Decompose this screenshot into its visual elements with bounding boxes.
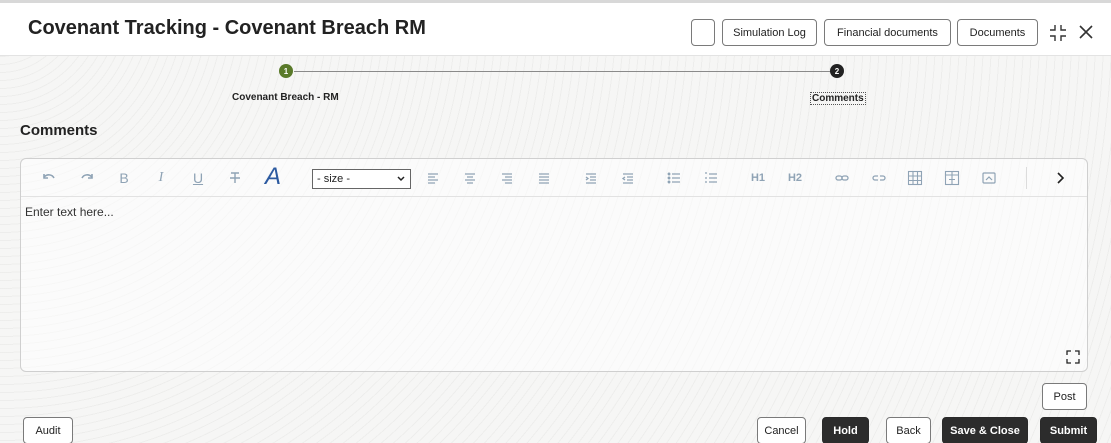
insert-table-icon[interactable] [942,168,962,188]
link-icon[interactable] [832,168,852,188]
numbered-list-icon[interactable] [701,168,721,188]
save-close-button[interactable]: Save & Close [942,417,1028,443]
italic-icon[interactable]: I [151,168,171,188]
font-size-select[interactable]: - size - [312,169,411,189]
window-header: Covenant Tracking - Covenant Breach RM S… [0,0,1111,56]
cancel-button[interactable]: Cancel [757,417,806,443]
step-2-label[interactable]: Comments [810,92,866,105]
rich-text-editor[interactable]: B I U A - size - H1 H2 Enter text here..… [20,158,1088,372]
more-icon[interactable] [1050,168,1070,188]
align-left-icon[interactable] [423,168,443,188]
bullet-list-icon[interactable] [664,168,684,188]
table-icon[interactable] [905,168,925,188]
heading-1-icon[interactable]: H1 [748,168,768,188]
editor-text-area[interactable]: Enter text here... [25,205,114,219]
simulation-log-button[interactable]: Simulation Log [722,19,817,46]
unlink-icon[interactable] [869,168,889,188]
collapse-icon[interactable] [1048,23,1068,43]
editor-toolbar: B I U A - size - H1 H2 [21,159,1087,197]
underline-icon[interactable]: U [188,168,208,188]
step-2-indicator[interactable]: 2 [830,64,844,78]
page: Covenant Tracking - Covenant Breach RM S… [0,0,1111,443]
chevron-down-icon [397,176,405,182]
strikethrough-icon[interactable] [225,168,245,188]
financial-documents-button[interactable]: Financial documents [824,19,951,46]
redo-icon[interactable] [77,168,97,188]
step-1-indicator[interactable]: 1 [279,64,293,78]
close-icon[interactable] [1075,21,1097,43]
back-button[interactable]: Back [886,417,931,443]
indent-icon[interactable] [581,168,601,188]
fullscreen-icon[interactable] [1065,349,1081,365]
font-color-icon[interactable]: A [261,163,285,190]
section-title: Comments [20,122,98,139]
undo-icon[interactable] [39,168,59,188]
outdent-icon[interactable] [618,168,638,188]
blank-button[interactable] [691,19,715,46]
audit-button[interactable]: Audit [23,417,73,443]
image-icon[interactable] [979,168,999,188]
step-1-label[interactable]: Covenant Breach - RM [232,92,339,103]
documents-button[interactable]: Documents [957,19,1038,46]
align-right-icon[interactable] [497,168,517,188]
justify-icon[interactable] [534,168,554,188]
toolbar-divider [1026,167,1027,189]
align-center-icon[interactable] [460,168,480,188]
page-title: Covenant Tracking - Covenant Breach RM [28,17,426,39]
post-button[interactable]: Post [1042,383,1087,410]
stepper-line [294,71,834,72]
submit-button[interactable]: Submit [1040,417,1097,443]
stepper: 1 Covenant Breach - RM 2 Comments [0,56,1111,116]
hold-button[interactable]: Hold [822,417,869,443]
heading-2-icon[interactable]: H2 [785,168,805,188]
bold-icon[interactable]: B [114,168,134,188]
font-size-value: - size - [317,173,350,185]
